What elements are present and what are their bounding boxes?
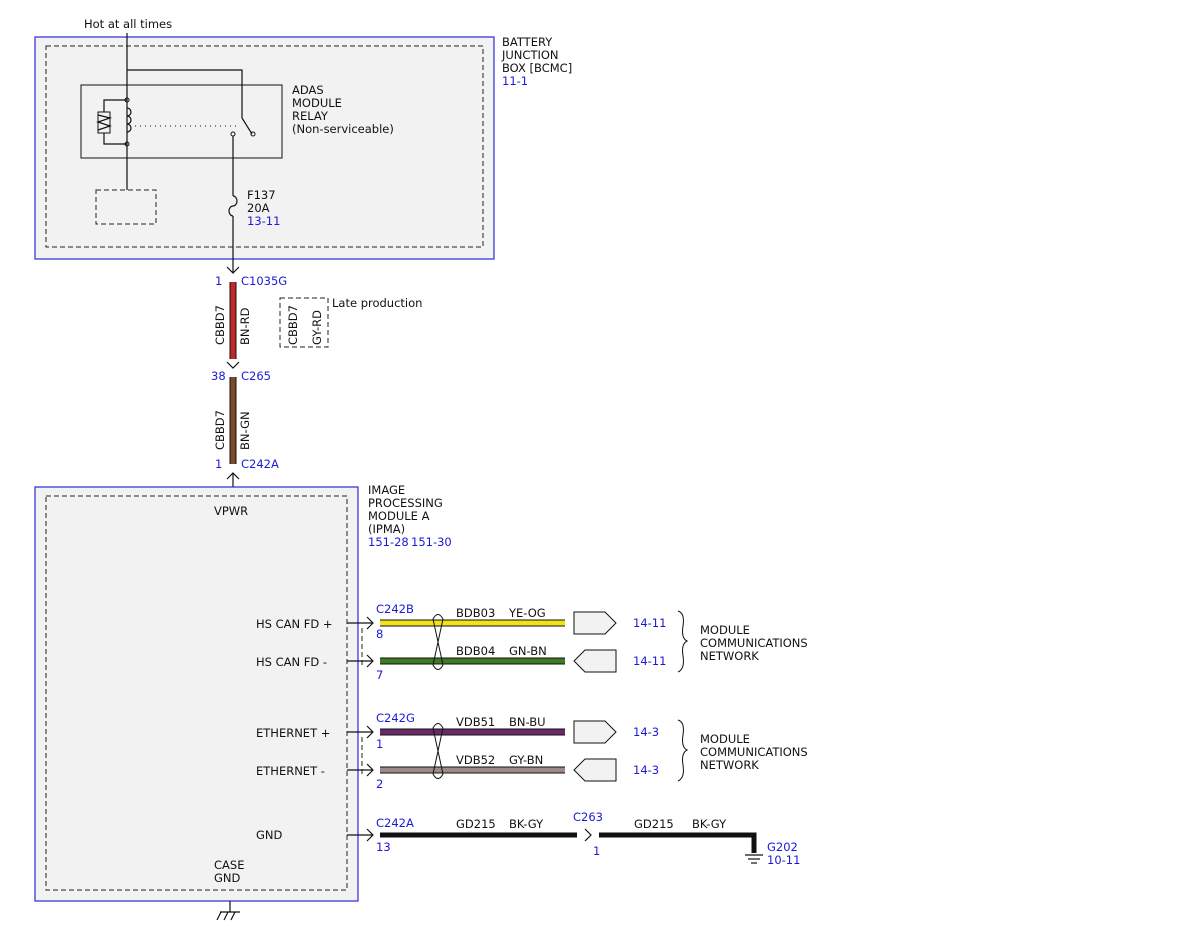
relay-label-3: RELAY (292, 109, 329, 123)
case-gnd-label-1: CASE (214, 858, 244, 872)
ipma-label-3: MODULE A (368, 509, 430, 523)
relay-contact-output (230, 131, 236, 137)
c263-pin: 1 (593, 844, 600, 858)
wire-2-color: BN-GN (238, 411, 252, 450)
can-network-label-2: COMMUNICATIONS (700, 636, 808, 650)
ethernet-minus-input-arrow (573, 758, 617, 782)
hs-can-minus-label: HS CAN FD - (256, 655, 327, 669)
late-wire-color: GY-RD (310, 310, 324, 345)
fuse-name: F137 (247, 188, 276, 202)
ethernet-plus-ref-link[interactable]: 14-3 (633, 725, 659, 739)
hs-can-minus-input-arrow (573, 649, 617, 673)
bjb-ref-link[interactable]: 11-1 (502, 74, 528, 88)
hs-can-plus-circuit: BDB03 (456, 606, 495, 620)
case-ground-hatch-2 (223, 911, 229, 921)
hs-can-minus-ref-link[interactable]: 14-11 (633, 654, 666, 668)
hs-can-plus-label: HS CAN FD + (256, 617, 333, 631)
bjb-label-2: JUNCTION (501, 48, 559, 62)
hs-can-plus-ref-link[interactable]: 14-11 (633, 616, 666, 630)
c263-connector-symbol (584, 828, 592, 842)
hs-can-minus-pin: 7 (376, 668, 383, 682)
hs-can-plus-color: YE-OG (508, 606, 546, 620)
ethernet-minus-pin: 2 (376, 777, 383, 791)
can-network-label-3: NETWORK (700, 649, 759, 663)
ipma-label-4: (IPMA) (368, 522, 405, 536)
gnd-pin: 13 (376, 840, 391, 854)
case-gnd-label-2: GND (214, 871, 241, 885)
gnd-wire-1-circuit: GD215 (456, 817, 496, 831)
ethernet-plus-label: ETHERNET + (256, 726, 330, 740)
c242g-connector-link[interactable]: C242G (376, 711, 415, 725)
ethernet-minus-label: ETHERNET - (256, 764, 325, 778)
ethernet-plus-output-arrow (573, 720, 617, 744)
relay-label-4: (Non-serviceable) (292, 122, 394, 136)
late-production-label: Late production (332, 296, 422, 310)
hs-can-plus-pin: 8 (376, 627, 383, 641)
ethernet-network-label-3: NETWORK (700, 758, 759, 772)
vpwr-label: VPWR (214, 504, 248, 518)
gnd-wire-1-color: BK-GY (509, 817, 544, 831)
hs-can-minus-color: GN-BN (509, 644, 547, 658)
ipma-label-2: PROCESSING (368, 496, 443, 510)
hot-at-all-times-label: Hot at all times (84, 17, 172, 31)
ethernet-plus-pin: 1 (376, 737, 383, 751)
bjb-label-3: BOX [BCMC] (502, 61, 572, 75)
ipma-ref-link-2[interactable]: 151-30 (411, 535, 452, 549)
ethernet-network-brace (677, 719, 689, 782)
gnd-wire-2-color: BK-GY (692, 817, 727, 831)
gnd-connector-link[interactable]: C242A (376, 816, 414, 830)
c265-pin: 38 (211, 369, 226, 383)
fuse-ref-link[interactable]: 13-11 (247, 214, 280, 228)
hs-can-minus-circuit: BDB04 (456, 644, 495, 658)
ground-ref-link[interactable]: 10-11 (767, 853, 800, 867)
ethernet-minus-color: GY-BN (509, 753, 543, 767)
ipma-label-1: IMAGE (368, 483, 405, 497)
can-network-brace (677, 610, 689, 673)
gnd-wire-2 (599, 832, 757, 853)
c265-connector-link[interactable]: C265 (241, 369, 271, 383)
c263-connector-link[interactable]: C263 (573, 810, 603, 824)
ethernet-plus-color: BN-BU (509, 715, 546, 729)
c242b-connector-link[interactable]: C242B (376, 602, 414, 616)
relay-label-1: ADAS (292, 83, 324, 97)
c265-connector-symbol (226, 361, 240, 369)
wire-1-circuit: CBBD7 (213, 305, 227, 345)
wiring-diagram: Hot at all times ADAS MODULE RELAY (Non-… (34, 17, 808, 921)
gnd-label: GND (256, 828, 283, 842)
c1035g-pin: 1 (215, 274, 222, 288)
ethernet-network-label-1: MODULE (700, 732, 750, 746)
c242a-connector-link[interactable]: C242A (241, 457, 279, 471)
gnd-wire-2-circuit: GD215 (634, 817, 674, 831)
ipma-ref-link-1[interactable]: 151-28 (368, 535, 409, 549)
ethernet-minus-ref-link[interactable]: 14-3 (633, 763, 659, 777)
ethernet-minus-circuit: VDB52 (456, 753, 495, 767)
g202-ground-link[interactable]: G202 (767, 840, 798, 854)
can-network-label-1: MODULE (700, 623, 750, 637)
hs-can-plus-output-arrow (573, 611, 617, 635)
ethernet-network-label-2: COMMUNICATIONS (700, 745, 808, 759)
c242a-pin: 1 (215, 457, 222, 471)
fuse-rating: 20A (247, 201, 270, 215)
c1035g-connector-link[interactable]: C1035G (241, 274, 287, 288)
bjb-label-1: BATTERY (502, 35, 553, 49)
wire-2-circuit: CBBD7 (213, 410, 227, 450)
ethernet-plus-circuit: VDB51 (456, 715, 495, 729)
relay-label-2: MODULE (292, 96, 342, 110)
ipma-module-box (34, 486, 359, 902)
wire-1-color: BN-RD (238, 307, 252, 345)
case-ground-hatch-1 (216, 911, 222, 921)
case-ground-hatch-3 (230, 911, 236, 921)
late-wire-circuit: CBBD7 (286, 305, 300, 345)
